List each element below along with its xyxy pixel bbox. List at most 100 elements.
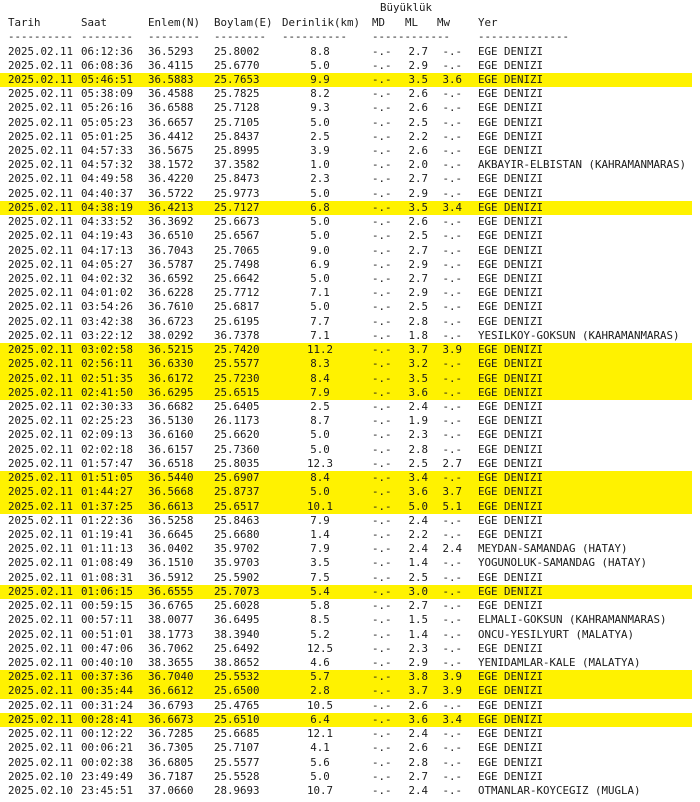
table-row: 2025.02.11 01:08:49 36.1510 35.9703 3.5 -.- 1.…	[0, 556, 692, 570]
longitude-cell: 25.5902	[214, 570, 260, 584]
time-cell: 01:44:27	[81, 485, 134, 499]
mw-cell: 3.9	[442, 684, 462, 698]
location-cell: EGE DENIZI	[478, 44, 544, 58]
table-row: 2025.02.11 00:59:15 36.6765 25.6028 5.8 -.- 2.…	[0, 599, 692, 613]
table-row: 2025.02.11 05:05:23 36.6657 25.7105 5.0 -.- 2.…	[0, 116, 692, 130]
time-cell: 00:47:06	[81, 641, 134, 655]
time-cell: 00:51:01	[81, 627, 134, 641]
md-cell: -.-	[372, 456, 392, 470]
depth-cell: 5.6	[310, 755, 330, 769]
date-cell: 2025.02.10	[8, 783, 74, 797]
ml-cell: 2.0	[408, 158, 428, 172]
separator-location: --------------	[478, 30, 570, 43]
depth-cell: 5.0	[310, 300, 330, 314]
date-cell: 2025.02.11	[8, 599, 74, 613]
time-cell: 02:56:11	[81, 357, 134, 371]
longitude-cell: 25.7128	[214, 101, 260, 115]
latitude-cell: 36.6157	[148, 442, 194, 456]
depth-cell: 5.2	[310, 627, 330, 641]
latitude-cell: 36.4213	[148, 200, 194, 214]
md-cell: -.-	[372, 286, 392, 300]
date-cell: 2025.02.11	[8, 456, 74, 470]
longitude-cell: 36.6495	[214, 613, 260, 627]
depth-cell: 5.0	[310, 442, 330, 456]
ml-cell: 1.9	[408, 414, 428, 428]
md-cell: -.-	[372, 144, 392, 158]
location-cell: EGE DENIZI	[478, 428, 544, 442]
longitude-cell: 25.7073	[214, 584, 260, 598]
location-cell: EGE DENIZI	[478, 684, 544, 698]
md-cell: -.-	[372, 343, 392, 357]
depth-cell: 6.4	[310, 712, 330, 726]
table-row-highlighted: 2025.02.11 01:44:27 36.5668 25.8737 5.0 -.- 3.…	[0, 485, 692, 500]
md-cell: -.-	[372, 727, 392, 741]
mw-cell: -.-	[442, 115, 462, 129]
depth-cell: 3.9	[310, 144, 330, 158]
latitude-cell: 36.0402	[148, 542, 194, 556]
time-cell: 00:57:11	[81, 613, 134, 627]
ml-cell: 1.4	[408, 627, 428, 641]
longitude-cell: 25.6567	[214, 229, 260, 243]
ml-cell: 2.5	[408, 229, 428, 243]
date-cell: 2025.02.11	[8, 243, 74, 257]
ml-cell: 3.6	[408, 712, 428, 726]
location-cell: EGE DENIZI	[478, 471, 544, 485]
mw-cell: 2.7	[442, 456, 462, 470]
md-cell: -.-	[372, 655, 392, 669]
header-time: Saat	[81, 16, 108, 29]
location-cell: EGE DENIZI	[478, 87, 544, 101]
ml-cell: 3.5	[408, 72, 428, 86]
location-cell: EGE DENIZI	[478, 769, 544, 783]
location-cell: EGE DENIZI	[478, 371, 544, 385]
latitude-cell: 36.6555	[148, 584, 194, 598]
longitude-cell: 35.9702	[214, 542, 260, 556]
depth-cell: 7.5	[310, 570, 330, 584]
latitude-cell: 36.4412	[148, 129, 194, 143]
time-cell: 00:37:36	[81, 670, 134, 684]
date-cell: 2025.02.11	[8, 229, 74, 243]
location-cell: EGE DENIZI	[478, 172, 544, 186]
time-cell: 01:51:05	[81, 471, 134, 485]
ml-cell: 3.7	[408, 343, 428, 357]
time-cell: 23:49:49	[81, 769, 134, 783]
md-cell: -.-	[372, 129, 392, 143]
mw-cell: -.-	[442, 613, 462, 627]
latitude-cell: 36.6682	[148, 400, 194, 413]
longitude-cell: 25.6817	[214, 300, 260, 314]
md-cell: -.-	[372, 58, 392, 72]
md-cell: -.-	[372, 200, 392, 214]
latitude-cell: 36.5293	[148, 44, 194, 58]
time-cell: 04:05:27	[81, 257, 134, 271]
mw-cell: -.-	[442, 641, 462, 655]
latitude-cell: 36.6613	[148, 499, 194, 513]
ml-cell: 2.3	[408, 428, 428, 442]
header-mw: Mw	[437, 16, 451, 29]
mw-cell: -.-	[442, 87, 462, 101]
md-cell: -.-	[372, 300, 392, 314]
longitude-cell: 25.6680	[214, 527, 260, 541]
mw-cell: -.-	[442, 286, 462, 300]
location-cell: EGE DENIZI	[478, 599, 544, 613]
depth-cell: 7.9	[310, 542, 330, 556]
depth-cell: 7.9	[310, 385, 330, 399]
longitude-cell: 25.6517	[214, 499, 260, 513]
time-cell: 02:41:50	[81, 385, 134, 399]
separator-row: ---------- -------- -------- -------- --…	[0, 30, 692, 44]
date-cell: 2025.02.11	[8, 215, 74, 229]
depth-cell: 7.9	[310, 513, 330, 527]
depth-cell: 10.1	[306, 499, 333, 513]
longitude-cell: 36.7378	[214, 328, 260, 342]
depth-cell: 8.2	[310, 87, 330, 101]
location-cell: YENIDAMLAR-KALE (MALATYA)	[478, 655, 641, 669]
header-location: Yer	[478, 16, 498, 29]
time-cell: 01:08:31	[81, 570, 134, 584]
mw-cell: -.-	[442, 698, 462, 712]
time-cell: 02:30:33	[81, 400, 134, 413]
time-cell: 01:37:25	[81, 499, 134, 513]
table-row: 2025.02.11 00:06:21 36.7305 25.7107 4.1 -.- 2.…	[0, 741, 692, 755]
mw-cell: -.-	[442, 257, 462, 271]
table-row: 2025.02.11 05:26:16 36.6588 25.7128 9.3 -.- 2.…	[0, 101, 692, 115]
date-cell: 2025.02.11	[8, 314, 74, 328]
md-cell: -.-	[372, 698, 392, 712]
location-cell: EGE DENIZI	[478, 741, 544, 755]
